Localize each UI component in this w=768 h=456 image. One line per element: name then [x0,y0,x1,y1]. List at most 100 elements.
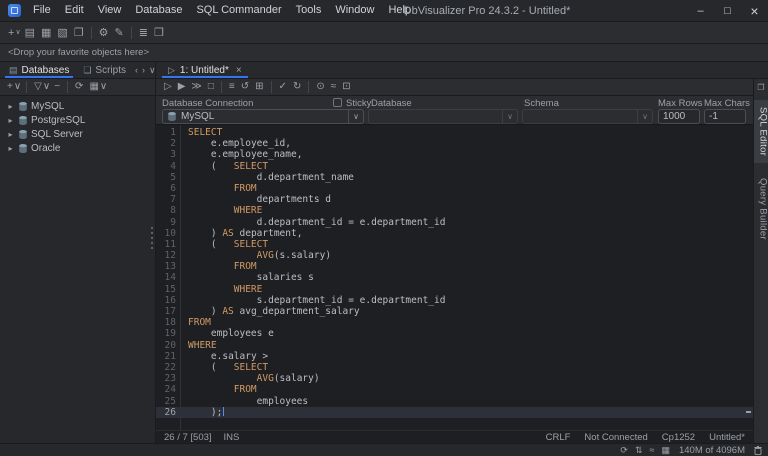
transfer-icon[interactable]: ⇅ [635,444,643,456]
code-line[interactable]: 14 salaries s [156,272,753,283]
add-connection-caret-icon[interactable]: ∨ [13,77,22,97]
history-icon[interactable]: ↺ [238,79,252,95]
tree-item-mysql[interactable]: ▸MySQL [0,99,155,113]
insert-mode-indicator[interactable]: INS [224,432,240,443]
refresh-icon[interactable]: ⟳ [72,77,86,97]
open-icon[interactable]: ▤ [22,23,38,43]
code-line[interactable]: 24 FROM [156,384,753,395]
code-line[interactable]: 4 ( SELECT [156,161,753,172]
code-line[interactable]: 10 ) AS department, [156,228,753,239]
code-line[interactable]: 21 e.salary > [156,351,753,362]
tab-untitled[interactable]: ▷ 1: Untitled* × [160,62,250,78]
code-line[interactable]: 18FROM [156,317,753,328]
menu-window[interactable]: Window [328,0,381,21]
code-line[interactable]: 17 ) AS avg_department_salary [156,306,753,317]
schema-chevron-down-icon[interactable]: ∨ [637,110,652,123]
code-line[interactable]: 7 departments d [156,194,753,205]
close-tab-icon[interactable]: × [236,65,242,76]
code-line[interactable]: 2 e.employee_id, [156,138,753,149]
code-line[interactable]: 19 employees e [156,328,753,339]
chevron-right-icon[interactable]: ▸ [6,144,15,153]
tabs-next-icon[interactable]: › [140,60,147,80]
line-ending-indicator[interactable]: CRLF [546,432,571,443]
code-line[interactable]: 5 d.department_name [156,172,753,183]
memory-indicator[interactable]: 140M of 4096M [679,445,745,456]
format-sql-icon[interactable]: ≡ [226,79,238,95]
code-line[interactable]: 3 e.employee_name, [156,149,753,160]
side-panel-icon[interactable]: ❐ [757,83,764,92]
chevron-right-icon[interactable]: ▸ [6,116,15,125]
connection-select[interactable]: MySQL ∨ [162,109,364,124]
minimize-button[interactable]: – [687,0,714,22]
charts-icon[interactable]: ≈ [328,79,340,95]
connection-chevron-down-icon[interactable]: ∨ [348,110,363,123]
code-line[interactable]: 13 FROM [156,261,753,272]
code-line[interactable]: 25 employees [156,396,753,407]
copy-icon[interactable]: ❐ [71,23,87,43]
code-line[interactable]: 26 ); [156,407,753,418]
menu-view[interactable]: View [91,0,129,21]
code-line[interactable]: 15 WHERE [156,284,753,295]
database-chevron-down-icon[interactable]: ∨ [502,110,517,123]
maximize-button[interactable]: □ [714,0,741,22]
code-line[interactable]: 1SELECT [156,127,753,138]
garbage-collect-icon[interactable] [754,446,762,455]
auto-commit-icon[interactable]: ⊙ [313,79,327,95]
tasks-icon[interactable]: ▦ [661,444,670,456]
max-rows-input[interactable] [658,109,700,124]
chevron-right-icon[interactable]: ▸ [6,102,15,111]
scrollbar-caret-mark[interactable] [746,411,751,413]
sql-editor[interactable]: 1SELECT2 e.employee_id,3 e.employee_name… [156,125,753,430]
code-line[interactable]: 9 d.department_id = e.department_id [156,217,753,228]
remove-icon[interactable]: − [51,77,63,97]
bookmarks-icon[interactable]: ≣ [136,23,151,43]
favorites-bar[interactable]: <Drop your favorite objects here> [0,44,768,62]
max-chars-input[interactable] [704,109,746,124]
menu-file[interactable]: File [26,0,58,21]
tree-options-caret-icon[interactable]: ∨ [99,77,108,97]
bookmark-icon[interactable]: ⊞ [252,79,266,95]
code-line[interactable]: 20WHERE [156,340,753,351]
menu-database[interactable]: Database [128,0,189,21]
side-tab-query-builder[interactable]: Query Builder [754,171,768,247]
sticky-checkbox[interactable] [333,98,342,107]
code-line[interactable]: 6 FROM [156,183,753,194]
menu-tools[interactable]: Tools [289,0,329,21]
stop-icon[interactable]: □ [205,79,217,95]
tree-item-oracle[interactable]: ▸Oracle [0,141,155,155]
code-line[interactable]: 16 s.department_id = e.department_id [156,295,753,306]
windows-icon[interactable]: ❒ [151,23,167,43]
tab-scripts[interactable]: ❏Scripts [76,62,133,78]
close-button[interactable]: × [741,0,768,22]
chevron-right-icon[interactable]: ▸ [6,130,15,139]
edit-connection-icon[interactable]: ✎ [112,23,127,43]
commit-icon[interactable]: ✓ [276,79,290,95]
save-as-icon[interactable]: ▧ [54,23,70,43]
encoding-indicator[interactable]: Cp1252 [662,432,695,443]
tab-databases[interactable]: ▤Databases [2,62,76,78]
menu-edit[interactable]: Edit [58,0,91,21]
tree-item-sql-server[interactable]: ▸SQL Server [0,127,155,141]
rollback-icon[interactable]: ↻ [290,79,304,95]
code-line[interactable]: 11 ( SELECT [156,239,753,250]
schema-select[interactable]: ∨ [522,109,653,124]
settings-icon[interactable]: ⚙ [96,23,112,43]
menu-sql-commander[interactable]: SQL Commander [189,0,288,21]
code-line[interactable]: 8 WHERE [156,205,753,216]
database-select[interactable]: ∨ [368,109,518,124]
filter-caret-icon[interactable]: ∨ [42,77,51,97]
tabs-prev-icon[interactable]: ‹ [133,60,140,80]
execute-icon[interactable]: ▷ [161,79,175,95]
save-icon[interactable]: ▦ [38,23,54,43]
code-line[interactable]: 22 ( SELECT [156,362,753,373]
pin-result-icon[interactable]: ⊡ [339,79,353,95]
activity-icon[interactable]: ≈ [650,444,655,456]
side-tab-sql-editor[interactable]: SQL Editor [754,100,768,163]
code-line[interactable]: 23 AVG(salary) [156,373,753,384]
reconnect-icon[interactable]: ⟳ [620,444,628,456]
panel-splitter[interactable] [151,227,153,249]
code-line[interactable]: 12 AVG(s.salary) [156,250,753,261]
tree-item-postgresql[interactable]: ▸PostgreSQL [0,113,155,127]
new-tab-caret-icon[interactable]: ∨ [14,23,21,43]
execute-buffer-icon[interactable]: ≫ [188,79,204,95]
